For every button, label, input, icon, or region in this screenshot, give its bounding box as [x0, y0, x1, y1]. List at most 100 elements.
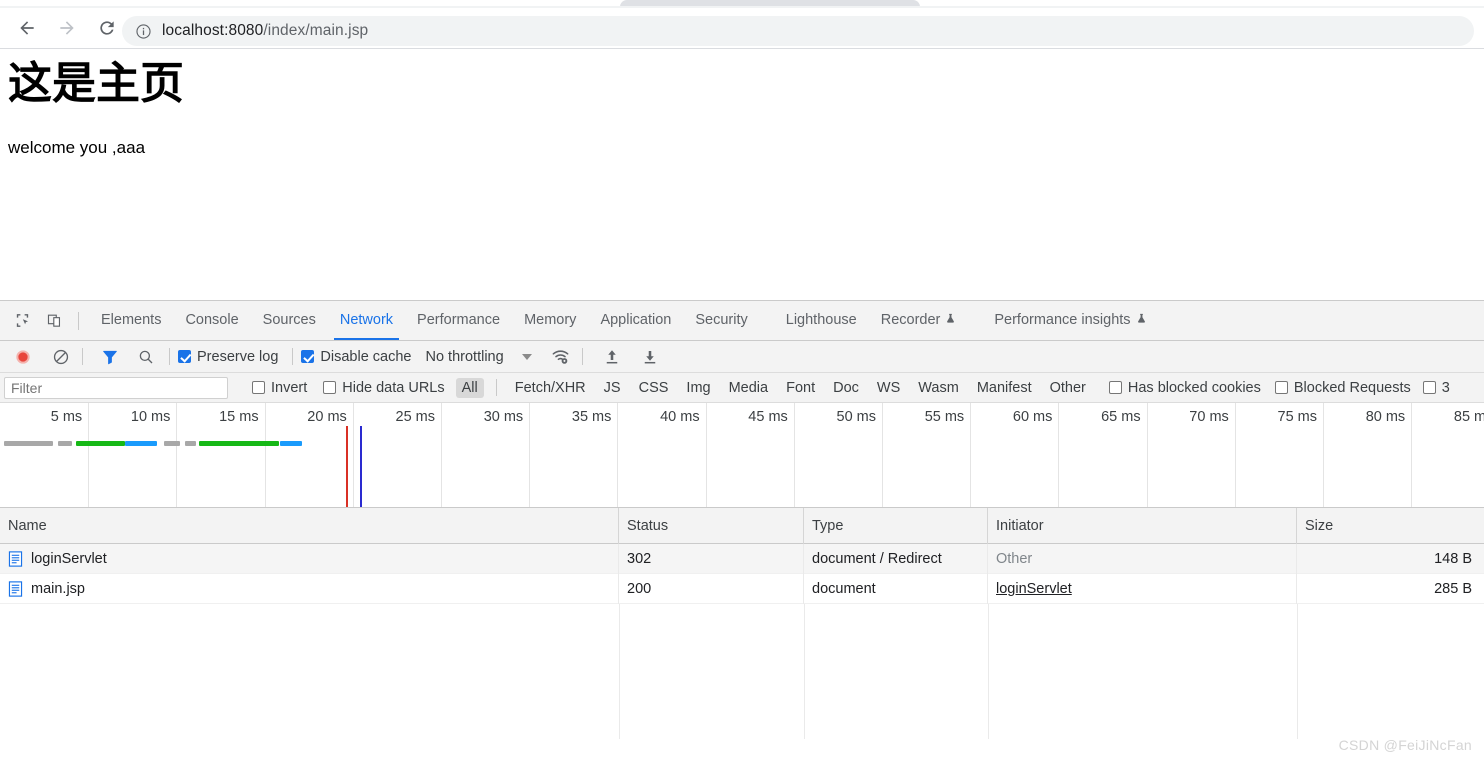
column-header-type[interactable]: Type [804, 507, 988, 544]
timeline-gridline [1058, 403, 1060, 507]
cell-size: 285 B [1434, 580, 1472, 597]
blocked-requests-checkbox[interactable]: Blocked Requests [1274, 380, 1411, 396]
cell-initiator[interactable]: loginServlet [988, 573, 1297, 604]
clear-button[interactable] [48, 344, 74, 370]
filter-input[interactable] [4, 376, 228, 399]
timeline-gridline [1411, 403, 1413, 507]
checkbox-box [252, 381, 265, 394]
cell-name[interactable]: loginServlet [0, 543, 619, 574]
timeline-gridline [441, 403, 442, 507]
request-name: main.jsp [31, 580, 85, 597]
tab-lighthouse[interactable]: Lighthouse [774, 301, 869, 340]
tab-label: Console [185, 312, 239, 328]
third-party-requests-label: 3 [1441, 379, 1450, 396]
disable-cache-checkbox[interactable]: Disable cache [301, 349, 411, 365]
network-requests-table: Name Status Type Initiator Size loginSer… [0, 507, 1484, 739]
table-column-separator [1297, 604, 1298, 739]
cell-status: 200 [619, 573, 804, 604]
type-filter-js[interactable]: JS [598, 378, 627, 398]
inspect-element-icon [16, 314, 28, 327]
invert-label: Invert [271, 379, 308, 396]
browser-toolbar: localhost:8080/index/main.jsp [0, 8, 1484, 48]
tab-label: Security [695, 312, 748, 328]
checkbox-box [1108, 381, 1122, 394]
cell-name[interactable]: main.jsp [0, 573, 619, 604]
tab-label: Performance [417, 312, 501, 328]
tab-memory[interactable]: Memory [512, 301, 588, 340]
table-row[interactable]: loginServlet 302 document / Redirect Oth… [0, 543, 1484, 574]
forward-button[interactable] [50, 11, 84, 45]
hide-data-urls-checkbox[interactable]: Hide data URLs [323, 380, 445, 396]
timeline-request-bar [185, 441, 196, 446]
filter-toggle-button[interactable] [97, 344, 123, 370]
timeline-gridline [793, 403, 795, 507]
invert-checkbox[interactable]: Invert [252, 380, 307, 396]
type-filter-wasm[interactable]: Wasm [912, 378, 965, 398]
cell-initiator: Other [988, 543, 1297, 574]
throttling-select[interactable]: No throttling [425, 349, 503, 365]
column-header-status[interactable]: Status [619, 507, 804, 544]
tab-security[interactable]: Security [683, 301, 759, 340]
column-header-name[interactable]: Name [0, 507, 619, 544]
timeline-tick-label: 80 ms [1365, 409, 1406, 425]
timeline-tick-label: 10 ms [130, 409, 171, 425]
initiator-link[interactable]: loginServlet [996, 581, 1072, 597]
network-filter-bar: Invert Hide data URLs All Fetch/XHR JS C… [0, 373, 1484, 403]
wifi-settings-icon [552, 350, 569, 364]
tab-performance-insights[interactable]: Performance insights [982, 301, 1158, 340]
chevron-down-icon[interactable] [521, 353, 532, 360]
import-har-button[interactable] [599, 344, 625, 370]
timeline-tick-label: 20 ms [307, 409, 347, 425]
table-row[interactable]: main.jsp 200 document loginServlet 285 B [0, 573, 1484, 604]
search-button[interactable] [133, 344, 159, 370]
inspect-element-button[interactable] [8, 307, 36, 335]
device-toolbar-button[interactable] [40, 307, 68, 335]
record-button[interactable] [10, 344, 36, 370]
search-icon [139, 350, 153, 363]
timeline-tick-label: 45 ms [748, 409, 788, 425]
timeline-tick-label: 40 ms [660, 409, 700, 425]
tab-sources[interactable]: Sources [251, 301, 328, 340]
table-column-separator [619, 604, 620, 739]
type-filter-other[interactable]: Other [1044, 378, 1092, 398]
tab-console[interactable]: Console [173, 301, 250, 340]
url-host: localhost:8080 [162, 22, 264, 39]
type-filter-css[interactable]: CSS [633, 378, 675, 398]
type-filter-img[interactable]: Img [680, 378, 716, 398]
tab-recorder[interactable]: Recorder [869, 301, 969, 340]
has-blocked-cookies-checkbox[interactable]: Has blocked cookies [1108, 380, 1261, 396]
type-filter-ws[interactable]: WS [871, 378, 906, 398]
type-filter-font[interactable]: Font [780, 378, 821, 398]
reload-button[interactable] [90, 11, 124, 45]
column-header-initiator[interactable]: Initiator [988, 507, 1297, 544]
third-party-requests-checkbox[interactable]: 3 [1422, 379, 1450, 396]
browser-tab-strip [0, 0, 1484, 8]
type-filter-fetch-xhr[interactable]: Fetch/XHR [509, 378, 592, 398]
tab-network[interactable]: Network [328, 301, 405, 340]
tab-elements[interactable]: Elements [89, 301, 173, 340]
network-overview-timeline[interactable]: 5 ms 10 ms 15 ms 20 ms 25 ms 30 ms 35 ms 40 ms 4… [0, 403, 1484, 508]
network-conditions-button[interactable] [548, 344, 574, 370]
arrow-right-icon [60, 21, 74, 35]
export-har-button[interactable] [637, 344, 663, 370]
type-filter-doc[interactable]: Doc [827, 378, 865, 398]
toolbar-divider [169, 348, 170, 365]
preserve-log-checkbox[interactable]: Preserve log [178, 349, 278, 365]
tab-performance[interactable]: Performance [405, 301, 512, 340]
tab-application[interactable]: Application [588, 301, 683, 340]
flask-icon [945, 302, 956, 341]
timeline-request-bar [125, 441, 157, 446]
site-info-icon[interactable] [134, 22, 152, 40]
table-empty-area [0, 604, 1484, 739]
timeline-tick-label: 65 ms [1101, 409, 1141, 425]
table-column-separator [988, 604, 989, 739]
column-header-size[interactable]: Size [1297, 508, 1484, 544]
timeline-gridline [1323, 403, 1324, 507]
type-filter-media[interactable]: Media [723, 378, 775, 398]
back-button[interactable] [10, 11, 44, 45]
address-bar[interactable]: localhost:8080/index/main.jsp [122, 16, 1474, 46]
timeline-gridline [352, 403, 354, 507]
type-filter-all[interactable]: All [455, 377, 484, 398]
type-filter-manifest[interactable]: Manifest [971, 378, 1038, 398]
toolbar-divider [82, 348, 83, 365]
